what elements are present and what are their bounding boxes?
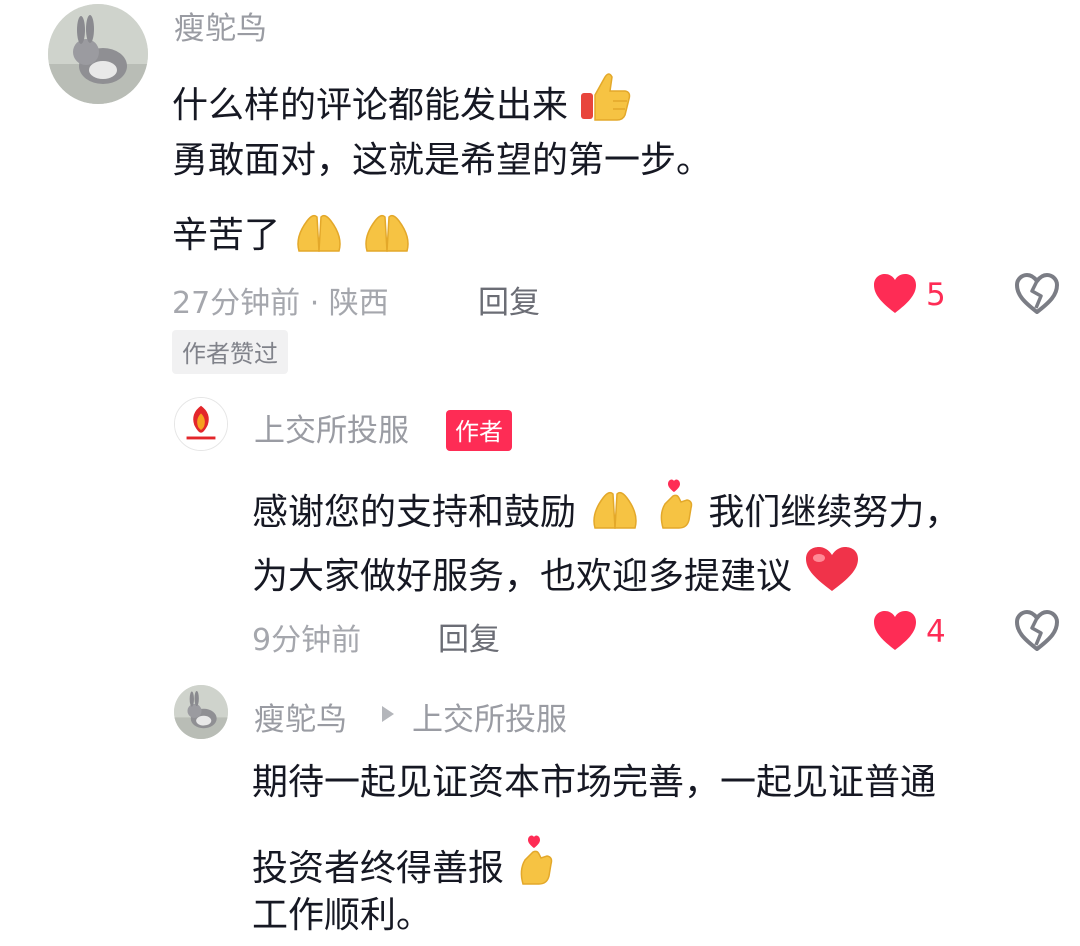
sse-logo-icon [175, 398, 227, 450]
comment-text: 什么样的评论都能发出来 [172, 85, 569, 126]
comment-text-line: 辛苦了 [172, 207, 415, 254]
reply-button[interactable]: 回复 [438, 614, 500, 659]
comment-text-line: 为大家做好服务，也欢迎多提建议 [252, 544, 861, 595]
comment-text: 我们继续努力， [708, 492, 961, 533]
comment-text-line: 感谢您的支持和鼓励 我们继续努力， [252, 474, 960, 531]
broken-heart-icon [1015, 610, 1059, 651]
like-count: 4 [926, 614, 946, 650]
rabbit-avatar-icon [174, 685, 228, 739]
reply-to-username[interactable]: 上交所投服 [412, 694, 567, 739]
pray-emoji [359, 207, 415, 253]
pray-emoji [291, 207, 347, 253]
pray-emoji [587, 484, 643, 530]
comment-text-line: 勇敢面对，这就是希望的第一步。 [172, 140, 713, 181]
heart-filled-icon [874, 611, 916, 650]
comment-username[interactable]: 瘦鸵鸟 [174, 3, 267, 48]
comment-time-location: 27分钟前 · 陕西 [172, 286, 389, 321]
dislike-button[interactable] [1014, 609, 1060, 653]
comment-text-line: 期待一起见证资本市场完善，一起见证普通 [252, 762, 937, 803]
reply-time: 9分钟前 [252, 623, 362, 658]
author-liked-tag: 作者赞过 [172, 330, 288, 374]
comment-text: 辛苦了 [172, 215, 281, 256]
comment-text: 投资者终得善报 [252, 848, 505, 889]
finger-heart-emoji [655, 474, 697, 530]
comment-text-line: 工作顺利。 [252, 895, 433, 936]
rabbit-avatar-icon [48, 4, 148, 104]
finger-heart-emoji [515, 830, 557, 886]
thumbs-up-emoji [579, 71, 633, 123]
dislike-button[interactable] [1014, 272, 1060, 316]
like-button[interactable] [872, 609, 918, 653]
reply-username[interactable]: 上交所投服 [254, 405, 409, 450]
like-count: 5 [926, 277, 946, 313]
comment-text: 为大家做好服务，也欢迎多提建议 [252, 556, 793, 597]
reply-username[interactable]: 瘦鸵鸟 [254, 694, 347, 739]
broken-heart-icon [1015, 273, 1059, 314]
avatar[interactable] [174, 685, 228, 739]
avatar[interactable] [174, 397, 228, 451]
comment-text-line: 投资者终得善报 [252, 830, 557, 887]
heart-filled-icon [874, 274, 916, 313]
like-button[interactable] [872, 272, 918, 316]
comment-text-line: 什么样的评论都能发出来 [172, 71, 633, 124]
avatar[interactable] [48, 4, 148, 104]
triangle-right-icon [380, 705, 396, 723]
comment-text: 感谢您的支持和鼓励 [252, 492, 577, 533]
author-badge: 作者 [446, 410, 512, 451]
red-heart-emoji [803, 544, 861, 594]
reply-button[interactable]: 回复 [478, 277, 540, 322]
